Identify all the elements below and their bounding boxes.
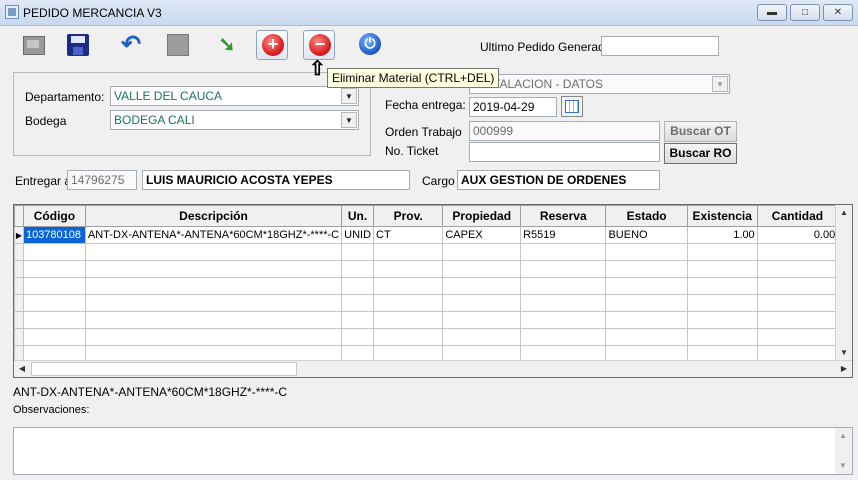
fecha-entrega-field[interactable]: 2019-04-29 [469,97,557,117]
chevron-down-icon[interactable]: ▼ [341,88,357,104]
title-bar: PEDIDO MERCANCIA V3 ▬ □ ✕ [0,0,858,26]
departamento-value: VALLE DEL CAUCA [114,89,223,103]
app-icon [5,5,19,19]
minimize-button[interactable]: ▬ [757,4,787,21]
entregar-name-field[interactable]: LUIS MAURICIO ACOSTA YEPES [142,170,410,190]
remove-icon: − [309,34,331,56]
selected-description: ANT-DX-ANTENA*-ANTENA*60CM*18GHZ*-****-C [13,385,288,399]
tipo-select[interactable]: INSTALACION - DATOS ▼ [469,74,730,94]
table-row[interactable] [14,311,852,329]
observaciones-label: Observaciones: [13,404,90,416]
materials-grid[interactable]: Código Descripción Un. Prov. Propiedad R… [13,204,853,378]
scroll-down-icon[interactable]: ▼ [836,345,852,361]
window-title: PEDIDO MERCANCIA V3 [23,6,162,20]
add-icon: + [262,34,284,56]
departamento-label: Departamento: [25,90,105,104]
tooltip: Eliminar Material (CTRL+DEL) [327,68,500,88]
next-icon: ➘ [218,34,236,56]
table-row[interactable] [14,260,852,278]
table-row[interactable] [14,243,852,261]
no-ticket-field[interactable] [469,142,660,162]
cell-propiedad[interactable]: CAPEX [442,226,522,244]
blank-icon [167,34,189,56]
scroll-right-icon[interactable]: ▶ [836,361,852,377]
undo-icon: ↶ [120,31,142,58]
cell-descripcion[interactable]: ANT-DX-ANTENA*-ANTENA*60CM*18GHZ*-****-C [84,226,343,244]
column-header[interactable]: Un. [341,205,375,227]
entregar-label: Entregar a: [15,174,75,188]
pointer-cursor-icon: ⇧ [309,58,326,80]
orden-trabajo-label: Orden Trabajo [385,125,462,139]
cargo-label: Cargo [422,174,455,188]
observaciones-scrollbar[interactable]: ▲ ▼ [835,428,852,474]
column-header[interactable]: Prov. [373,205,444,227]
column-header[interactable]: Código [22,205,86,227]
close-button[interactable]: ✕ [823,4,853,21]
entregar-id-field[interactable]: 14796275 [67,170,137,190]
grid-horizontal-scrollbar[interactable]: ◀ ▶ [14,360,852,377]
buscar-ro-button[interactable]: Buscar RO [664,143,737,164]
scroll-left-icon[interactable]: ◀ [14,361,30,377]
undo-button[interactable]: ↶ [114,30,146,60]
grid-vertical-scrollbar[interactable]: ▲ ▼ [835,205,852,361]
departamento-select[interactable]: VALLE DEL CAUCA ▼ [110,86,359,106]
fecha-entrega-label: Fecha entrega: [385,98,466,112]
cell-estado[interactable]: BUENO [605,226,688,244]
scroll-thumb[interactable] [31,362,297,376]
column-header[interactable]: Propiedad [442,205,522,227]
add-material-button[interactable]: + [256,30,288,60]
next-button[interactable]: ➘ [210,30,242,60]
column-header[interactable]: Reserva [520,205,607,227]
bodega-select[interactable]: BODEGA CALI ▼ [110,110,359,130]
calendar-button[interactable] [561,96,583,117]
cell-unidad[interactable]: UNID [341,226,375,244]
row-indicator-header [14,205,24,227]
cell-proveedor[interactable]: CT [373,226,444,244]
calendar-icon [565,100,579,113]
column-header[interactable]: Descripción [84,205,343,227]
cell-cantidad[interactable]: 0.00 [756,226,839,244]
cell-existencia[interactable]: 1.00 [686,226,758,244]
table-row[interactable] [14,294,852,312]
bodega-value: BODEGA CALI [114,113,195,127]
column-header[interactable]: Estado [605,205,688,227]
ultimo-pedido-label: Ultimo Pedido Generado [480,40,612,54]
bodega-label: Bodega [25,114,67,128]
grid-header-row: Código Descripción Un. Prov. Propiedad R… [14,205,852,227]
power-icon: ⏻ [359,33,381,55]
cell-reserva[interactable]: R5519 [520,226,607,244]
buscar-ot-button[interactable]: Buscar OT [664,121,737,142]
column-header[interactable]: Cantidad [756,205,839,227]
scroll-up-icon[interactable]: ▲ [836,205,852,221]
cell-codigo[interactable]: 103780108 [22,226,86,244]
table-row[interactable] [14,328,852,346]
save-icon [67,34,89,56]
observaciones-value [14,428,852,434]
blank-button[interactable] [160,30,192,60]
flag-button[interactable] [12,30,45,60]
ultimo-pedido-field[interactable] [601,36,719,56]
table-row[interactable] [14,277,852,295]
orden-trabajo-field[interactable]: 000999 [469,121,660,141]
maximize-button[interactable]: □ [790,4,820,21]
cargo-field[interactable]: AUX GESTION DE ORDENES [457,170,660,190]
table-row[interactable]: ▶ 103780108 ANT-DX-ANTENA*-ANTENA*60CM*1… [14,226,852,244]
scroll-up-icon[interactable]: ▲ [835,428,851,444]
no-ticket-label: No. Ticket [385,144,439,158]
chevron-down-icon[interactable]: ▼ [712,76,728,92]
power-button[interactable]: ⏻ [354,30,386,60]
chevron-down-icon[interactable]: ▼ [341,112,357,128]
materials-table: Código Descripción Un. Prov. Propiedad R… [14,205,852,363]
column-header[interactable]: Existencia [686,205,758,227]
flag-icon [23,36,45,55]
remove-material-button[interactable]: − [303,30,335,60]
scroll-down-icon[interactable]: ▼ [835,458,851,474]
observaciones-textarea[interactable]: ▲ ▼ [13,427,853,475]
save-button[interactable] [58,30,90,60]
row-indicator: ▶ [14,226,24,244]
